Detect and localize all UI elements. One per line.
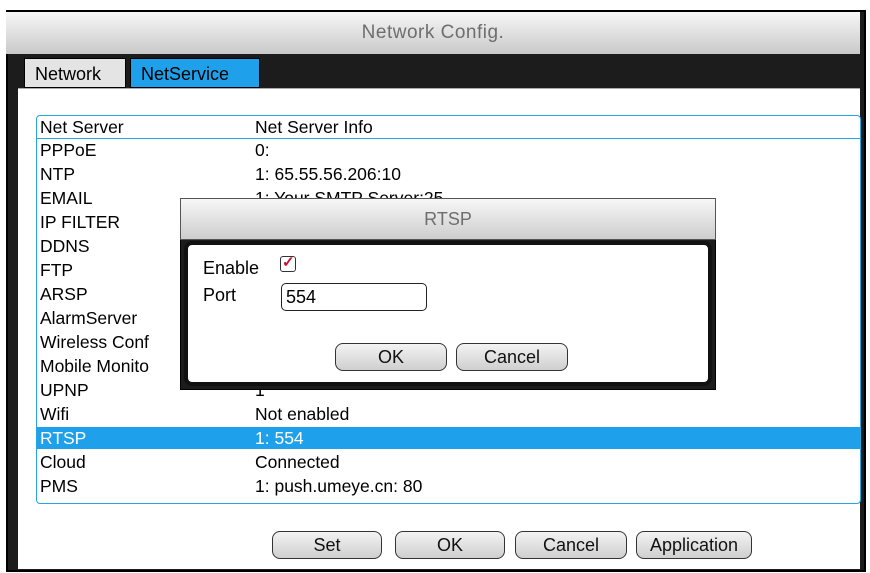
checkmark-icon: ✓ xyxy=(282,254,295,271)
list-item-wifi[interactable]: Wifi Not enabled xyxy=(37,403,860,425)
header-net-server-info: Net Server Info xyxy=(255,117,373,137)
row-info: 0: xyxy=(255,140,270,160)
row-info: Not enabled xyxy=(255,404,350,424)
row-name: PMS xyxy=(40,476,78,496)
cancel-button[interactable]: Cancel xyxy=(515,531,627,559)
ok-button[interactable]: OK xyxy=(395,531,505,559)
row-info: Connected xyxy=(255,452,340,472)
row-name: EMAIL xyxy=(40,188,93,208)
row-name: RTSP xyxy=(40,428,87,448)
header-net-server: Net Server xyxy=(40,117,124,137)
row-name: IP FILTER xyxy=(40,212,121,232)
list-item-pms[interactable]: PMS 1: push.umeye.cn: 80 xyxy=(37,475,860,497)
port-input[interactable]: 554 xyxy=(281,283,427,311)
enable-label: Enable xyxy=(203,258,260,278)
rtsp-dialog-title: RTSP xyxy=(180,198,716,240)
tab-network[interactable]: Network xyxy=(24,58,126,88)
row-name: Wireless Conf xyxy=(40,332,149,352)
row-info: 1: push.umeye.cn: 80 xyxy=(255,476,423,496)
list-item-cloud[interactable]: Cloud Connected xyxy=(37,451,860,473)
row-name: UPNP xyxy=(40,380,89,400)
list-item-rtsp-selected[interactable]: RTSP 1: 554 xyxy=(37,427,860,449)
row-name: NTP xyxy=(40,164,75,184)
set-button[interactable]: Set xyxy=(272,531,382,559)
tab-netservice[interactable]: NetService xyxy=(130,58,260,88)
row-name: DDNS xyxy=(40,236,90,256)
row-name: ARSP xyxy=(40,284,88,304)
port-label: Port xyxy=(203,285,237,305)
row-info: 1: 65.55.56.206:10 xyxy=(255,164,401,184)
window-title: Network Config. xyxy=(6,12,860,54)
list-item-ntp[interactable]: NTP 1: 65.55.56.206:10 xyxy=(37,163,860,185)
row-name: Cloud xyxy=(40,452,86,472)
list-header: Net Server Net Server Info xyxy=(37,116,860,139)
row-name: Wifi xyxy=(40,404,70,424)
row-name: AlarmServer xyxy=(40,308,138,328)
enable-checkbox[interactable]: ✓ xyxy=(280,254,296,272)
row-name: PPPoE xyxy=(40,140,97,160)
dialog-ok-button[interactable]: OK xyxy=(335,343,447,371)
row-name: Mobile Monito xyxy=(40,356,149,376)
list-item-pppoe[interactable]: PPPoE 0: xyxy=(37,139,860,161)
row-info: 1: 554 xyxy=(255,428,304,448)
dialog-cancel-button[interactable]: Cancel xyxy=(456,343,568,371)
row-name: FTP xyxy=(40,260,74,280)
application-button[interactable]: Application xyxy=(636,531,752,559)
rtsp-dialog-body xyxy=(184,241,712,386)
